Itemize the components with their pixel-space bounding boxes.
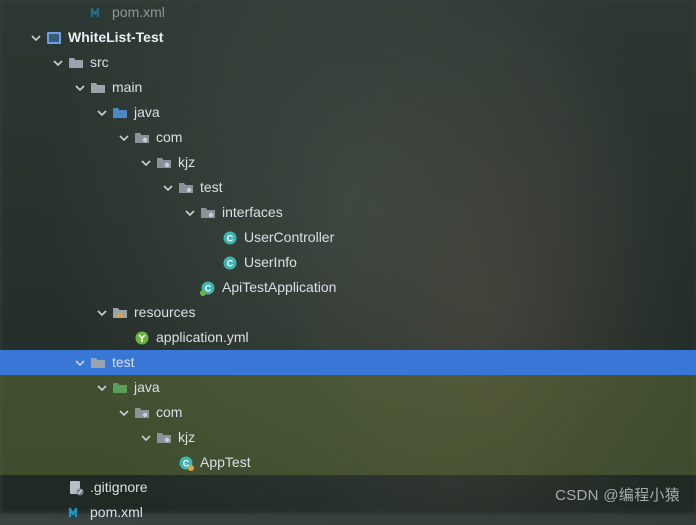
tree-row-java-test[interactable]: java — [0, 375, 696, 400]
folder-icon — [90, 80, 106, 96]
spring-yml-icon — [134, 330, 150, 346]
tree-label: WhiteList-Test — [68, 25, 163, 50]
svg-text:C: C — [227, 258, 234, 268]
tree-row-test-pkg[interactable]: test — [0, 175, 696, 200]
tree-row-interfaces[interactable]: interfaces — [0, 200, 696, 225]
project-tree: pom.xmlWhiteList-Testsrcmainjavacomkjzte… — [0, 0, 696, 525]
tree-row-apitestapplication[interactable]: C ApiTestApplication — [0, 275, 696, 300]
class-test-icon: C — [178, 455, 194, 471]
package-icon — [134, 405, 150, 421]
tree-label: test — [112, 350, 135, 375]
chevron-down-icon[interactable] — [182, 205, 198, 221]
tree-row-test-folder[interactable]: test — [0, 350, 696, 375]
class-icon: C — [222, 255, 238, 271]
tree-label: .gitignore — [90, 475, 148, 500]
gitignore-icon — [68, 480, 84, 496]
chevron-down-icon[interactable] — [94, 105, 110, 121]
chevron-down-icon[interactable] — [50, 55, 66, 71]
tree-label: kjz — [178, 150, 195, 175]
tree-label: interfaces — [222, 200, 283, 225]
tree-row-java-main[interactable]: java — [0, 100, 696, 125]
chevron-down-icon[interactable] — [72, 80, 88, 96]
tree-label: com — [156, 125, 182, 150]
tree-label: AppTest — [200, 450, 251, 475]
chevron-down-icon[interactable] — [28, 30, 44, 46]
spring-class-icon: C — [200, 280, 216, 296]
tree-label: java — [134, 100, 160, 125]
tree-label: main — [112, 75, 142, 100]
tree-row-src[interactable]: src — [0, 50, 696, 75]
tree-row-main[interactable]: main — [0, 75, 696, 100]
package-icon — [200, 205, 216, 221]
folder-src-icon — [112, 105, 128, 121]
chevron-down-icon[interactable] — [94, 305, 110, 321]
chevron-down-icon[interactable] — [116, 405, 132, 421]
chevron-down-icon[interactable] — [94, 380, 110, 396]
package-icon — [156, 430, 172, 446]
package-icon — [156, 155, 172, 171]
tree-row-resources[interactable]: resources — [0, 300, 696, 325]
svg-text:C: C — [227, 233, 234, 243]
tree-label: resources — [134, 300, 195, 325]
folder-test-icon — [112, 380, 128, 396]
package-icon — [178, 180, 194, 196]
tree-label: UserInfo — [244, 250, 297, 275]
folder-icon — [68, 55, 84, 71]
tree-row-whitelist-test[interactable]: WhiteList-Test — [0, 25, 696, 50]
folder-icon — [90, 355, 106, 371]
tree-row-com-main[interactable]: com — [0, 125, 696, 150]
chevron-down-icon[interactable] — [116, 130, 132, 146]
tree-row-kjz-test[interactable]: kjz — [0, 425, 696, 450]
tree-label: test — [200, 175, 223, 200]
watermark-text: CSDN @编程小猿 — [555, 484, 680, 505]
tree-label: java — [134, 375, 160, 400]
maven-icon — [90, 5, 106, 21]
tree-label: UserController — [244, 225, 334, 250]
chevron-down-icon[interactable] — [138, 430, 154, 446]
package-icon — [134, 130, 150, 146]
tree-label: kjz — [178, 425, 195, 450]
tree-label: src — [90, 50, 109, 75]
tree-row-usercontroller[interactable]: C UserController — [0, 225, 696, 250]
folder-res-icon — [112, 305, 128, 321]
tree-label: application.yml — [156, 325, 249, 350]
tree-label: ApiTestApplication — [222, 275, 336, 300]
tree-row-kjz-main[interactable]: kjz — [0, 150, 696, 175]
tree-label: com — [156, 400, 182, 425]
tree-row-com-test[interactable]: com — [0, 400, 696, 425]
tree-row-pom-top[interactable]: pom.xml — [0, 0, 696, 25]
tree-label: pom.xml — [112, 0, 165, 25]
tree-row-application-yml[interactable]: application.yml — [0, 325, 696, 350]
tree-row-apptest[interactable]: C AppTest — [0, 450, 696, 475]
chevron-down-icon[interactable] — [72, 355, 88, 371]
chevron-down-icon[interactable] — [160, 180, 176, 196]
module-icon — [46, 30, 62, 46]
class-icon: C — [222, 230, 238, 246]
chevron-down-icon[interactable] — [138, 155, 154, 171]
tree-row-userinfo[interactable]: C UserInfo — [0, 250, 696, 275]
